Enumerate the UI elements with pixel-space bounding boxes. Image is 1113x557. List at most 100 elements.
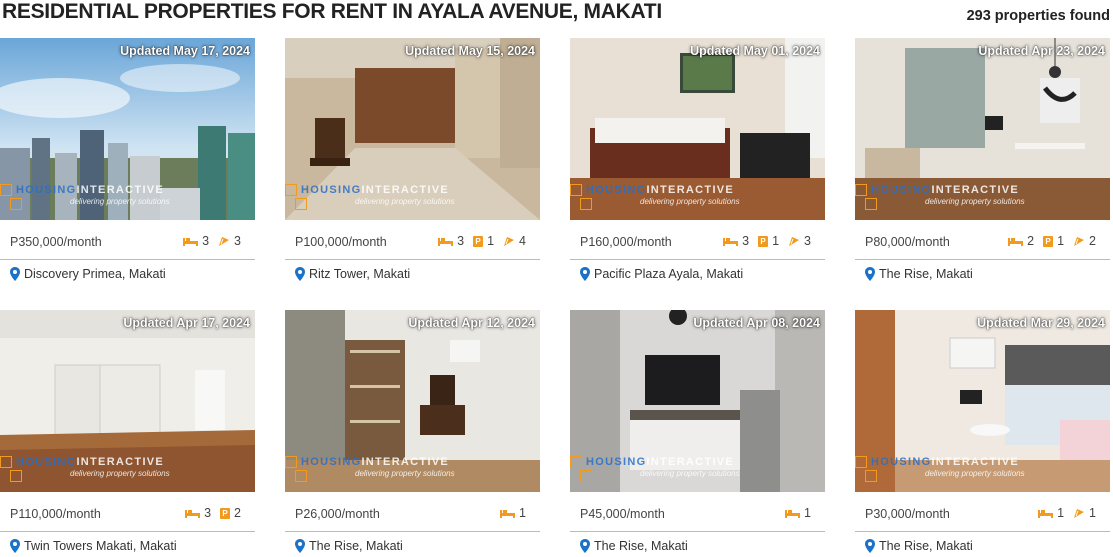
listing-location[interactable]: Pacific Plaza Ayala, Makati [580,267,743,281]
listing-photo[interactable]: Updated May 01, 2024 HOUSINGINTERACTIVE … [570,38,825,220]
listing-photo[interactable]: Updated Apr 23, 2024 HOUSINGINTERACTIVE … [855,38,1110,220]
listing-price: P350,000/month [10,235,102,249]
parking-icon: P [473,235,484,247]
bathrooms: 4 [503,234,526,248]
watermark-brand-a: HOUSING [586,184,647,196]
watermark-logo-icon [580,470,592,482]
listing-card[interactable]: Updated Apr 17, 2024 HOUSINGINTERACTIVE … [0,310,255,557]
updated-date: Updated Mar 29, 2024 [977,316,1105,330]
listing-photo[interactable]: Updated Apr 17, 2024 HOUSINGINTERACTIVE … [0,310,255,492]
watermark-brand-b: INTERACTIVE [361,184,450,196]
listing-features: 11 [1038,506,1096,520]
watermark: HOUSINGINTERACTIVE delivering property s… [570,454,825,488]
watermark-tagline: delivering property solutions [640,197,740,206]
listing-photo[interactable]: Updated May 17, 2024 HOUSINGINTERACTIVE … [0,38,255,220]
listing-features: 1 [785,506,811,520]
bedrooms-count: 1 [1057,506,1065,520]
watermark-brand-b: INTERACTIVE [361,456,450,468]
watermark-brand-b: INTERACTIVE [646,456,735,468]
updated-date: Updated May 01, 2024 [690,44,820,58]
listing-location[interactable]: The Rise, Makati [865,267,973,281]
results-count: 293 properties found [966,8,1110,24]
listing-card[interactable]: Updated May 17, 2024 HOUSINGINTERACTIVE … [0,38,255,288]
watermark: HOUSINGINTERACTIVE delivering property s… [855,454,1110,488]
listing-card[interactable]: Updated Apr 08, 2024 HOUSINGINTERACTIVE … [570,310,825,557]
bedrooms: 2 [1008,234,1034,248]
watermark-logo-icon [570,456,582,468]
listing-card[interactable]: Updated Apr 23, 2024 HOUSINGINTERACTIVE … [855,38,1110,288]
bathrooms-count: 3 [234,234,241,248]
watermark-tagline: delivering property solutions [355,469,455,478]
listing-photo[interactable]: Updated May 15, 2024 HOUSINGINTERACTIVE … [285,38,540,220]
listing-location[interactable]: Twin Towers Makati, Makati [10,539,177,553]
watermark-logo-icon [10,470,22,482]
bedrooms-count: 3 [204,506,212,520]
parking: P1 [473,234,494,248]
listing-price: P160,000/month [580,235,672,249]
bedrooms-count: 3 [202,234,210,248]
listing-card[interactable]: Updated Apr 12, 2024 HOUSINGINTERACTIVE … [285,310,540,557]
listing-info: P26,000/month 1 [285,492,540,532]
page-header: RESIDENTIAL PROPERTIES FOR RENT IN AYALA… [0,0,1113,30]
listing-price: P100,000/month [295,235,387,249]
bedrooms: 3 [183,234,209,248]
updated-date: Updated Apr 17, 2024 [123,316,250,330]
watermark-brand-b: INTERACTIVE [931,184,1020,196]
bath-icon [789,236,800,246]
listing-price: P26,000/month [295,507,380,521]
map-pin-icon [865,539,875,553]
listing-features: 1 [500,506,526,520]
location-label: The Rise, Makati [309,539,403,553]
watermark-logo-icon [0,456,12,468]
bedrooms: 3 [723,234,749,248]
watermark-logo-icon [570,184,582,196]
watermark-logo-icon [0,184,12,196]
listing-location[interactable]: Discovery Primea, Makati [10,267,166,281]
watermark-logo-icon [580,198,592,210]
bathrooms-count: 1 [1089,506,1096,520]
bathrooms-count: 3 [804,234,811,248]
listing-photo[interactable]: Updated Mar 29, 2024 HOUSINGINTERACTIVE … [855,310,1110,492]
watermark-brand: HOUSINGINTERACTIVE [586,184,734,196]
listing-card[interactable]: Updated May 01, 2024 HOUSINGINTERACTIVE … [570,38,825,288]
listing-price: P30,000/month [865,507,950,521]
page-title: RESIDENTIAL PROPERTIES FOR RENT IN AYALA… [2,0,662,23]
watermark-brand: HOUSINGINTERACTIVE [586,456,734,468]
watermark-brand-a: HOUSING [16,184,77,196]
listing-price: P110,000/month [10,507,101,521]
watermark-brand: HOUSINGINTERACTIVE [301,456,449,468]
map-pin-icon [580,267,590,281]
listing-photo[interactable]: Updated Apr 12, 2024 HOUSINGINTERACTIVE … [285,310,540,492]
listing-location[interactable]: The Rise, Makati [865,539,973,553]
listing-card[interactable]: Updated Mar 29, 2024 HOUSINGINTERACTIVE … [855,310,1110,557]
map-pin-icon [580,539,590,553]
listing-price: P45,000/month [580,507,665,521]
watermark-brand-a: HOUSING [586,456,647,468]
bedrooms: 3 [185,506,211,520]
listing-info: P110,000/month 3P2 [0,492,255,532]
listing-card[interactable]: Updated May 15, 2024 HOUSINGINTERACTIVE … [285,38,540,288]
listing-photo[interactable]: Updated Apr 08, 2024 HOUSINGINTERACTIVE … [570,310,825,492]
parking-count: 1 [487,234,495,248]
location-label: The Rise, Makati [879,267,973,281]
bed-icon [1008,238,1024,246]
listing-location[interactable]: The Rise, Makati [580,539,688,553]
listing-location[interactable]: The Rise, Makati [295,539,403,553]
watermark-logo-icon [295,470,307,482]
watermark-brand: HOUSINGINTERACTIVE [301,184,449,196]
watermark-brand-b: INTERACTIVE [76,456,165,468]
location-label: Pacific Plaza Ayala, Makati [594,267,744,281]
map-pin-icon [295,267,305,281]
watermark: HOUSINGINTERACTIVE delivering property s… [285,182,540,216]
parking-count: 2 [234,506,241,520]
listing-location[interactable]: Ritz Tower, Makati [295,267,410,281]
location-label: Ritz Tower, Makati [309,267,411,281]
bed-icon [438,238,454,246]
listing-features: 3P13 [723,234,811,248]
bedrooms: 3 [438,234,464,248]
watermark-brand-a: HOUSING [871,184,932,196]
bed-icon [185,510,201,518]
location-label: Discovery Primea, Makati [24,267,166,281]
bedrooms: 1 [500,506,526,520]
watermark-brand-a: HOUSING [16,456,77,468]
